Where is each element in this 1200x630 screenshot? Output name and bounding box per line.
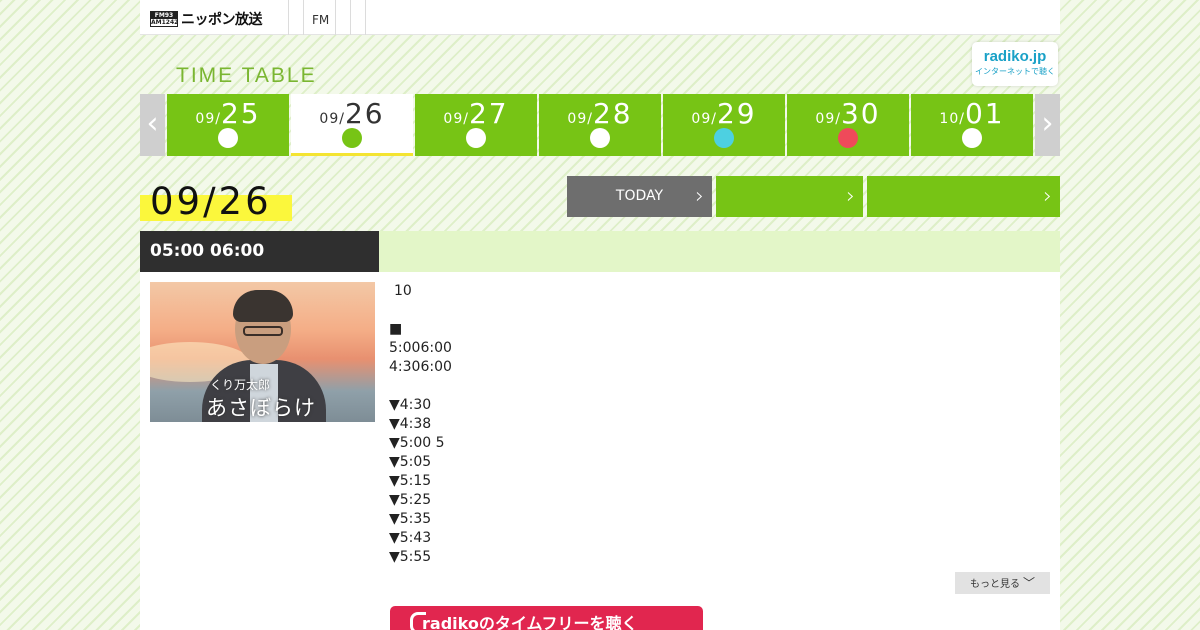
day-tab-6[interactable]: 10/01: [911, 94, 1033, 156]
day-tab-month: 09/: [443, 111, 469, 127]
day-tab-date: 09/25: [167, 97, 289, 130]
selected-date: 09/26: [150, 180, 272, 223]
day-status-dot: [590, 128, 610, 148]
day-tab-month: 10/: [939, 111, 965, 127]
thumbnail-program-name: あさぼらけ: [206, 396, 316, 420]
day-tab-4[interactable]: 09/29: [663, 94, 785, 156]
show-more-button[interactable]: もっと見る ﹀: [955, 572, 1050, 594]
day-tab-month: 09/: [195, 111, 221, 127]
day-tab-date: 09/28: [539, 97, 661, 130]
logo-text: ニッポン放送: [181, 12, 263, 28]
next-week-button[interactable]: ›: [1035, 94, 1060, 156]
host-figure-hair: [233, 290, 293, 322]
day-tab-3[interactable]: 09/28: [539, 94, 661, 156]
program-title[interactable]: [379, 231, 1060, 272]
nav-divider: [303, 0, 304, 35]
description-line: ▼4:30: [389, 397, 432, 413]
today-button-label: TODAY: [615, 188, 664, 204]
description-line: ▼5:43: [389, 530, 432, 546]
description-line: 4:306:00: [389, 359, 452, 375]
day-tab-2[interactable]: 09/27: [415, 94, 537, 156]
nav-divider: [288, 0, 289, 35]
chevron-down-icon: ﹀: [1022, 576, 1035, 590]
prev-week-button[interactable]: ‹: [140, 94, 165, 156]
day-tab-0[interactable]: 09/25: [167, 94, 289, 156]
day-tab-1[interactable]: 09/26: [291, 94, 413, 156]
description-line: ▼5:55: [389, 549, 432, 565]
show-more-label: もっと見る: [969, 579, 1020, 590]
day-status-dot: [714, 128, 734, 148]
program-thumbnail[interactable]: くり万太郎 あさぼらけ: [150, 282, 375, 422]
description-line: ▼5:05: [389, 454, 432, 470]
radiko-timefree-button[interactable]: radikoのタイムフリーを聴く: [390, 606, 703, 630]
description-line: [389, 377, 1049, 396]
description-line: ▼5:25: [389, 492, 432, 508]
day-tab-month: 09/: [691, 111, 717, 127]
day-tab-day: 25: [220, 97, 261, 130]
chevron-right-icon: ›: [1041, 106, 1054, 141]
radiko-timefree-label: radikoのタイムフリーを聴く: [422, 614, 638, 630]
logo-mark-top: FM93: [151, 12, 177, 19]
nav-divider: [365, 0, 366, 35]
description-line: ■: [389, 321, 403, 337]
logo-mark: FM93 AM1242: [150, 11, 178, 27]
radiko-badge-subtext: インターネットで聴く: [975, 67, 1055, 76]
chevron-right-icon: ›: [846, 184, 855, 209]
today-button[interactable]: TODAY ›: [567, 176, 712, 217]
day-tab-day: 29: [716, 97, 757, 130]
description-line: ▼4:38: [389, 416, 432, 432]
program-body: くり万太郎 あさぼらけ 10 ■ 5:006:00 4:306:00 ▼4:30 ▼4:3…: [140, 272, 1060, 630]
day-status-dot: [218, 128, 238, 148]
day-tab-day: 27: [468, 97, 509, 130]
prev-day-button[interactable]: ›: [716, 176, 863, 217]
page: FM93 AM1242 ニッポン放送 FM TIME TABLE radiko.…: [140, 0, 1060, 630]
day-status-dot: [466, 128, 486, 148]
logo-mark-bottom: AM1242: [151, 19, 179, 26]
chevron-right-icon: ›: [1043, 184, 1052, 209]
day-tab-date: 10/01: [911, 97, 1033, 130]
site-header: FM93 AM1242 ニッポン放送 FM: [140, 0, 1060, 35]
day-status-dot: [962, 128, 982, 148]
nav-divider: [335, 0, 336, 35]
day-tab-5[interactable]: 09/30: [787, 94, 909, 156]
day-tab-month: 09/: [567, 111, 593, 127]
day-tab-day: 26: [344, 97, 385, 130]
timetable-title: TIME TABLE: [176, 64, 317, 87]
radiko-badge-link[interactable]: radiko.jp インターネットで聴く: [972, 42, 1058, 86]
radiko-logo-text: radiko.jp: [983, 48, 1047, 65]
day-tab-date: 09/27: [415, 97, 537, 130]
day-tab-date: 09/26: [291, 97, 413, 130]
day-status-dot: [838, 128, 858, 148]
description-line: ▼5:15: [389, 473, 432, 489]
nav-divider: [350, 0, 351, 35]
day-tab-date: 09/29: [663, 97, 785, 130]
day-tab-month: 09/: [815, 111, 841, 127]
day-tab-day: 01: [964, 97, 1005, 130]
description-line: 5:006:00: [389, 340, 452, 356]
day-status-dot: [342, 128, 362, 148]
next-day-button[interactable]: ›: [867, 176, 1060, 217]
station-logo[interactable]: FM93 AM1242 ニッポン放送: [150, 10, 263, 28]
chevron-left-icon: ‹: [146, 106, 159, 141]
nav-item-fm[interactable]: FM: [312, 13, 329, 27]
day-tab-month: 09/: [319, 111, 345, 127]
description-line: 10: [394, 283, 412, 299]
day-tab-day: 30: [840, 97, 881, 130]
description-line: ▼5:35: [389, 511, 432, 527]
thumbnail-host-name: くり万太郎: [210, 378, 271, 392]
description-line: [389, 301, 1049, 320]
host-figure-glasses: [243, 326, 283, 336]
description-line: ▼5:00 5: [389, 435, 445, 451]
program-time: 05:00 06:00: [140, 231, 379, 272]
chevron-right-icon: ›: [695, 184, 704, 209]
radiko-icon: [410, 612, 426, 630]
day-tab-date: 09/30: [787, 97, 909, 130]
program-description: 10 ■ 5:006:00 4:306:00 ▼4:30 ▼4:38 ▼5:00 5 ▼5:0…: [389, 282, 1049, 567]
day-tab-day: 28: [592, 97, 633, 130]
